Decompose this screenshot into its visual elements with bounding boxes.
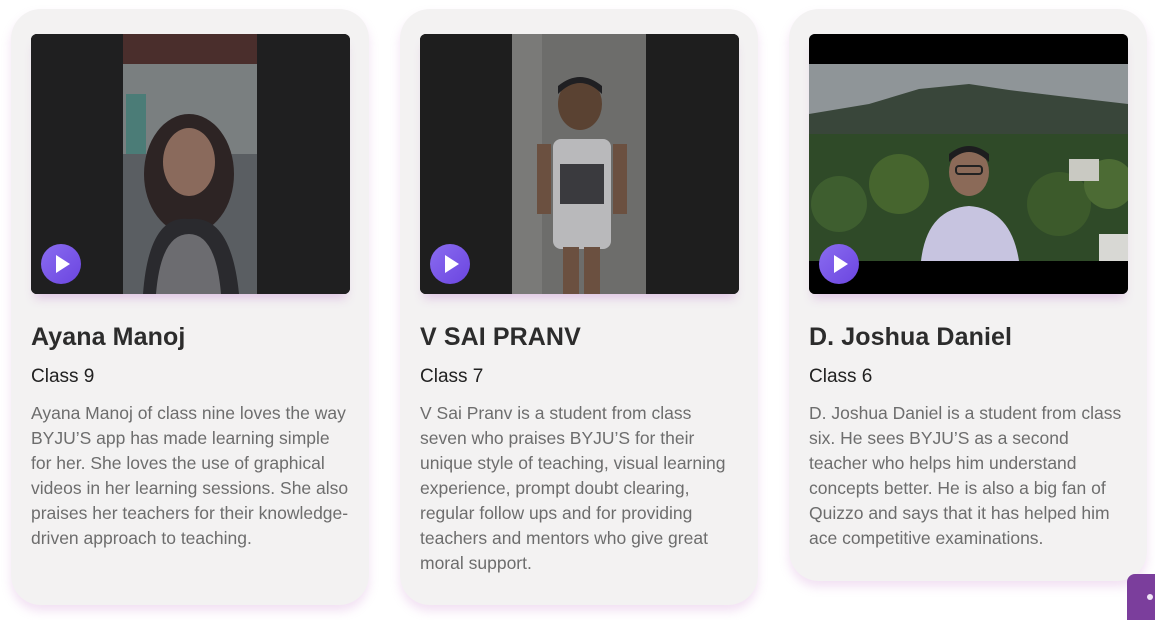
student-name: D. Joshua Daniel	[809, 323, 1013, 351]
play-button[interactable]	[819, 244, 859, 284]
video-thumbnail[interactable]	[420, 34, 739, 294]
video-thumbnail[interactable]	[31, 34, 350, 294]
student-class: Class 7	[420, 366, 484, 387]
testimonial-card: Ayana Manoj Class 9 Ayana Manoj of class…	[11, 9, 369, 605]
student-class: Class 6	[809, 366, 873, 387]
play-button[interactable]	[430, 244, 470, 284]
testimonial-text: Ayana Manoj of class nine loves the way …	[31, 403, 349, 548]
play-button[interactable]	[41, 244, 81, 284]
testimonial-card: V SAI PRANV Class 7 V Sai Pranv is a stu…	[400, 9, 758, 605]
testimonial-card: D. Joshua Daniel Class 6 D. Joshua Danie…	[789, 9, 1147, 581]
play-icon	[834, 255, 848, 273]
testimonial-text: V Sai Pranv is a student from class seve…	[420, 403, 726, 573]
student-name: V SAI PRANV	[420, 323, 581, 351]
chat-widget-button[interactable]	[1127, 574, 1155, 620]
student-class: Class 9	[31, 366, 95, 387]
video-thumbnail[interactable]	[809, 34, 1128, 294]
chat-icon	[1147, 594, 1153, 600]
play-icon	[56, 255, 70, 273]
testimonials-section: Ayana Manoj Class 9 Ayana Manoj of class…	[0, 0, 1155, 620]
testimonial-text: D. Joshua Daniel is a student from class…	[809, 403, 1122, 548]
student-name: Ayana Manoj	[31, 323, 186, 351]
play-icon	[445, 255, 459, 273]
